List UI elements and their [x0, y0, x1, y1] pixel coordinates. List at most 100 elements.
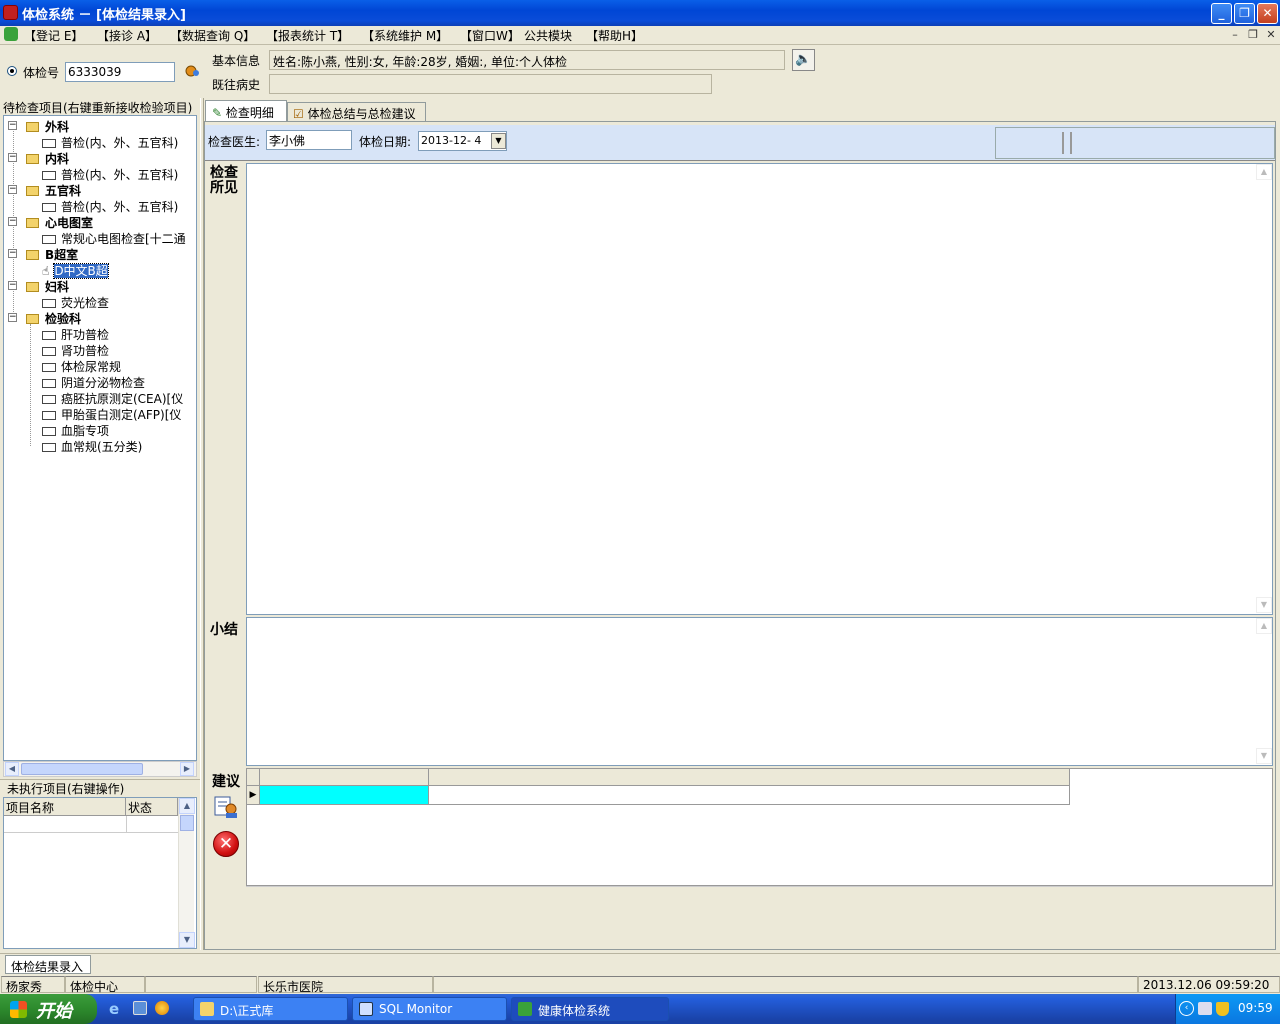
tab-detail[interactable]: ✎ 检查明细 — [205, 100, 287, 122]
item-icon — [42, 203, 56, 212]
restore-button[interactable]: ❐ — [1234, 3, 1255, 24]
tree-node[interactable]: − 内科 — [8, 150, 69, 166]
collapse-icon[interactable]: − — [8, 249, 17, 258]
delete-icon[interactable]: ✕ — [213, 831, 239, 857]
vscroll-thumb[interactable] — [180, 815, 194, 831]
exam-no-radio[interactable] — [7, 66, 17, 76]
scroll-down-icon[interactable]: ▼ — [179, 932, 195, 948]
tree-hscrollbar[interactable]: ◀ ▶ — [3, 761, 197, 777]
findings-textarea[interactable]: ▲ ▼ — [246, 163, 1273, 615]
tree-leaf[interactable]: 癌胚抗原测定(CEA)[仪 — [42, 390, 183, 406]
minimize-button[interactable]: _ — [1211, 3, 1232, 24]
collapse-icon[interactable]: − — [8, 185, 17, 194]
close-button[interactable]: ✕ — [1257, 3, 1278, 24]
tab-summary[interactable]: ☑ 体检总结与总检建议 — [287, 102, 426, 122]
tree-leaf[interactable]: 普检(内、外、五官科) — [42, 198, 178, 214]
item-icon — [42, 235, 56, 244]
mdi-restore-button[interactable]: ❐ — [1246, 28, 1260, 42]
scroll-right-icon[interactable]: ▶ — [180, 762, 194, 776]
collapse-icon[interactable]: − — [8, 217, 17, 226]
monitor-icon — [359, 1002, 373, 1016]
collapse-icon[interactable]: − — [8, 281, 17, 290]
quicklaunch-icon-2[interactable] — [133, 1001, 147, 1015]
tree-leaf[interactable]: 常规心电图检查[十二通 — [42, 230, 186, 246]
doctor-input[interactable] — [266, 130, 352, 150]
tree-leaf[interactable]: 肝功普检 — [42, 326, 109, 342]
scroll-up-icon[interactable]: ▲ — [179, 798, 195, 814]
status-datetime: 2013.12.06 09:59:20 — [1138, 976, 1280, 993]
item-icon — [42, 331, 56, 340]
findings-vscrollbar[interactable]: ▲ ▼ — [1256, 164, 1272, 614]
mdi-minimize-button[interactable]: – — [1228, 28, 1242, 42]
summary-scroll-down-icon[interactable]: ▼ — [1256, 748, 1272, 764]
hscroll-thumb[interactable] — [21, 763, 143, 775]
exam-no-input[interactable] — [65, 62, 175, 82]
menu-reception[interactable]: 【接诊 A】 — [97, 27, 157, 44]
mdi-child-icon — [4, 27, 18, 41]
findings-scroll-up-icon[interactable]: ▲ — [1256, 164, 1272, 180]
menu-help[interactable]: 【帮助H】 — [586, 27, 643, 44]
start-button[interactable]: 开始 — [0, 994, 97, 1024]
task-health-system[interactable]: 健康体检系统 — [511, 997, 669, 1021]
quicklaunch-icon-3[interactable] — [155, 1001, 169, 1015]
menu-common[interactable]: 公共模块 — [524, 27, 572, 44]
collapse-icon[interactable]: − — [8, 313, 17, 322]
lookup-icon[interactable] — [184, 63, 201, 80]
tree-node[interactable]: − 妇科 — [8, 278, 69, 294]
ie-icon[interactable]: e — [109, 1000, 119, 1018]
folder-icon — [26, 250, 39, 260]
col-name-header[interactable]: 项目名称 — [4, 798, 126, 816]
task-folder[interactable]: D:\正式库 — [193, 997, 348, 1021]
task-sql-monitor[interactable]: SQL Monitor — [352, 997, 507, 1021]
tree-leaf[interactable]: 肾功普检 — [42, 342, 109, 358]
menu-report[interactable]: 【报表统计 T】 — [266, 27, 349, 44]
tree-leaf[interactable]: 荧光检查 — [42, 294, 109, 310]
menu-register[interactable]: 【登记 E】 — [24, 27, 83, 44]
status-user: 杨家秀 — [1, 976, 65, 994]
tree-node[interactable]: − B超室 — [8, 246, 78, 262]
tree-leaf[interactable]: 血脂专项 — [42, 422, 109, 438]
advice-grid[interactable]: ▶ — [246, 768, 1273, 886]
unexec-header: 未执行项目(右键操作) — [7, 782, 125, 796]
tray-icon-1[interactable] — [1198, 1002, 1212, 1015]
pending-tree[interactable]: − 外科 普检(内、外、五官科) − 内科 普检(内、外、五官科) − 五官科 普检(内、外、五… — [3, 115, 197, 761]
collapse-icon[interactable]: − — [8, 121, 17, 130]
tree-node[interactable]: − 检验科 — [8, 310, 81, 326]
summary-textarea[interactable]: ▲ ▼ — [246, 617, 1273, 766]
tree-node[interactable]: − 心电图室 — [8, 214, 93, 230]
col-status-header[interactable]: 状态 — [126, 798, 178, 816]
menu-window[interactable]: 【窗口W】 — [460, 27, 520, 44]
findings-scroll-down-icon[interactable]: ▼ — [1256, 597, 1272, 613]
item-icon — [42, 395, 56, 404]
summary-vscrollbar[interactable]: ▲ ▼ — [1256, 618, 1272, 765]
summary-scroll-up-icon[interactable]: ▲ — [1256, 618, 1272, 634]
tree-leaf[interactable]: ☝ D中文B超 — [42, 262, 109, 279]
mdi-close-button[interactable]: ✕ — [1264, 28, 1278, 42]
date-dropdown-icon[interactable]: ▼ — [491, 133, 506, 149]
shield-icon[interactable] — [1216, 1002, 1229, 1016]
scroll-left-icon[interactable]: ◀ — [5, 762, 19, 776]
advice-cell-selected[interactable] — [260, 786, 428, 804]
tree-leaf[interactable]: 血常规(五分类) — [42, 438, 142, 454]
menu-maintenance[interactable]: 【系统维护 M】 — [362, 27, 448, 44]
collapse-icon[interactable]: − — [8, 153, 17, 162]
mdi-tab-result-entry[interactable]: 体检结果录入 — [5, 955, 91, 974]
tree-leaf[interactable]: 阴道分泌物检查 — [42, 374, 145, 390]
summary-tab-icon: ☑ — [293, 107, 304, 121]
tree-node[interactable]: − 五官科 — [8, 182, 81, 198]
speaker-icon[interactable]: 🔈 — [792, 49, 815, 71]
unexec-grid[interactable]: 项目名称 状态 ▲ ▼ — [3, 797, 197, 949]
advice-label: 建议 — [212, 774, 240, 790]
folder-icon — [26, 154, 39, 164]
tree-leaf[interactable]: 体检尿常规 — [42, 358, 121, 374]
tray-expand-icon[interactable]: ‹ — [1179, 1001, 1194, 1016]
tree-leaf[interactable]: 甲胎蛋白测定(AFP)[仪 — [42, 406, 181, 422]
tree-node[interactable]: − 外科 — [8, 118, 69, 134]
tree-leaf[interactable]: 普检(内、外、五官科) — [42, 166, 178, 182]
menu-query[interactable]: 【数据查询 Q】 — [170, 27, 255, 44]
history-label: 既往病史 — [212, 78, 261, 92]
item-icon — [42, 363, 56, 372]
advice-edit-icon[interactable] — [212, 793, 240, 821]
unexec-vscrollbar[interactable]: ▲ ▼ — [178, 798, 195, 948]
tree-leaf[interactable]: 普检(内、外、五官科) — [42, 134, 178, 150]
